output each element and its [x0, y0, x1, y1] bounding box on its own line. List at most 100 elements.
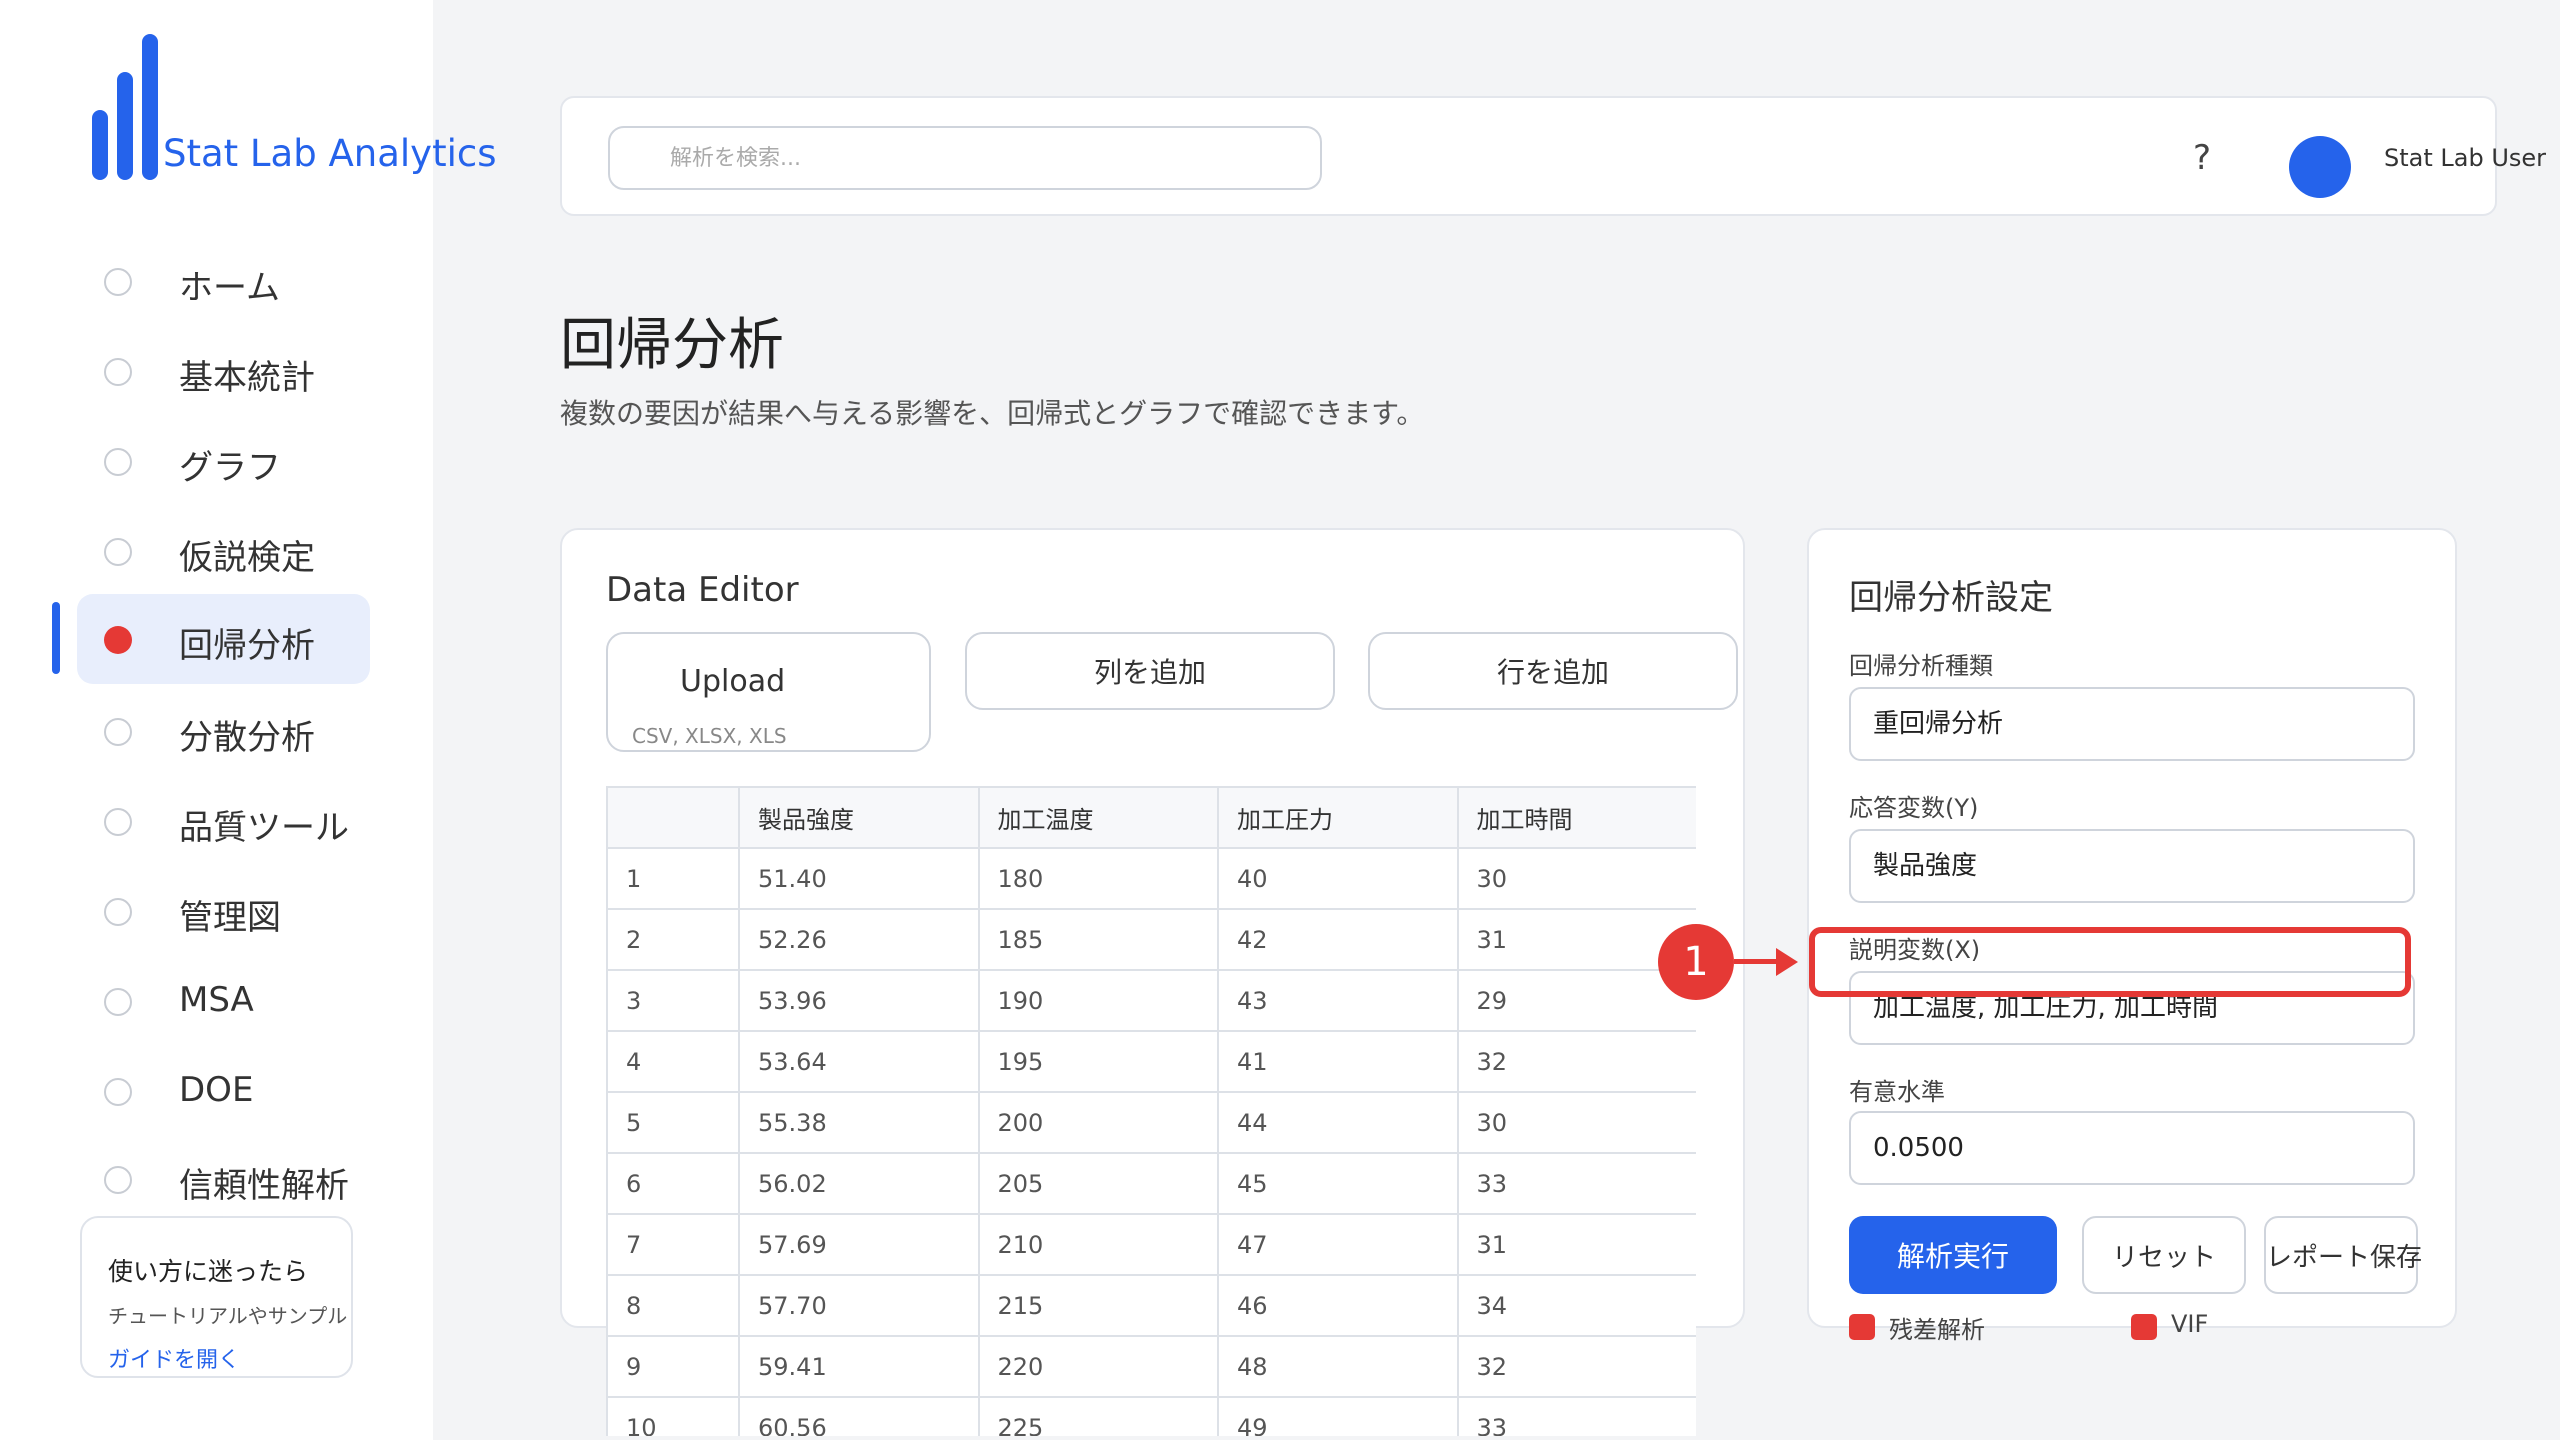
sidebar-item-regression[interactable]: 回帰分析 [77, 594, 370, 684]
table-cell[interactable]: 56.02 [738, 1152, 980, 1215]
upload-button[interactable]: Upload CSV, XLSX, XLS [606, 632, 931, 752]
table-row: 1 51.40 180 40 30 [606, 847, 1696, 910]
vif-checkbox[interactable] [2131, 1314, 2157, 1340]
table-cell[interactable]: 225 [977, 1396, 1219, 1436]
table-cell[interactable]: 205 [977, 1152, 1219, 1215]
column-header[interactable]: 加工時間 [1456, 786, 1696, 849]
avatar[interactable] [2289, 136, 2351, 198]
response-variable-select[interactable]: 製品強度 [1849, 829, 2415, 903]
radio-icon [104, 718, 132, 746]
help-icon[interactable]: ? [2193, 138, 2211, 178]
table-cell[interactable]: 190 [977, 969, 1219, 1032]
search-input[interactable] [608, 126, 1322, 190]
table-cell[interactable]: 30 [1456, 847, 1696, 910]
open-guide-link[interactable]: ガイドを開く [108, 1342, 240, 1374]
radio-icon [104, 358, 132, 386]
radio-icon [104, 808, 132, 836]
header-bar: ? Stat Lab User [560, 96, 2546, 216]
row-index-cell: 8 [606, 1274, 740, 1337]
table-cell[interactable]: 44 [1217, 1091, 1459, 1154]
table-cell[interactable]: 41 [1217, 1030, 1459, 1093]
row-index-cell: 5 [606, 1091, 740, 1154]
table-cell[interactable]: 53.96 [738, 969, 980, 1032]
table-cell[interactable]: 53.64 [738, 1030, 980, 1093]
sidebar-item-msa[interactable]: MSA [77, 956, 370, 1046]
table-cell[interactable]: 185 [977, 908, 1219, 971]
sidebar-item-label: 管理図 [179, 898, 281, 938]
upload-formats: CSV, XLSX, XLS [632, 724, 787, 748]
table-cell[interactable]: 180 [977, 847, 1219, 910]
residual-analysis-checkbox[interactable] [1849, 1314, 1875, 1340]
sidebar-item-graph[interactable]: グラフ [77, 416, 370, 506]
table-cell[interactable]: 59.41 [738, 1335, 980, 1398]
table-cell[interactable]: 200 [977, 1091, 1219, 1154]
table-cell[interactable]: 33 [1456, 1152, 1696, 1215]
sidebar-item-reliability[interactable]: 信頼性解析 [77, 1134, 370, 1224]
run-analysis-button[interactable]: 解析実行 [1849, 1216, 2057, 1294]
annotation-marker: 1 [1658, 924, 1734, 1000]
table-row: 10 60.56 225 49 33 [606, 1396, 1696, 1436]
table-cell[interactable]: 46 [1217, 1274, 1459, 1337]
table-cell[interactable]: 42 [1217, 908, 1459, 971]
table-cell[interactable]: 215 [977, 1274, 1219, 1337]
column-header[interactable]: 製品強度 [738, 786, 980, 849]
upload-label: Upload [680, 664, 786, 699]
settings-title: 回帰分析設定 [1849, 578, 2053, 618]
add-column-button[interactable]: 列を追加 [965, 632, 1335, 710]
reset-button[interactable]: リセット [2082, 1216, 2246, 1294]
row-index-cell: 10 [606, 1396, 740, 1436]
regression-type-select[interactable]: 重回帰分析 [1849, 687, 2415, 761]
table-cell[interactable]: 49 [1217, 1396, 1459, 1436]
sidebar-item-hypothesis-test[interactable]: 仮説検定 [77, 506, 370, 596]
table-cell[interactable]: 57.70 [738, 1274, 980, 1337]
table-cell[interactable]: 47 [1217, 1213, 1459, 1276]
table-cell[interactable]: 40 [1217, 847, 1459, 910]
sidebar-item-basic-stats[interactable]: 基本統計 [77, 326, 370, 416]
sidebar-item-home[interactable]: ホーム [77, 236, 370, 326]
column-header[interactable]: 加工温度 [977, 786, 1219, 849]
column-header[interactable] [606, 786, 740, 849]
table-cell[interactable]: 52.26 [738, 908, 980, 971]
table-cell[interactable]: 30 [1456, 1091, 1696, 1154]
help-title: 使い方に迷ったら [108, 1257, 309, 1286]
data-table: 製品強度 加工温度 加工圧力 加工時間 1 51.40 180 40 30 2 52.26 1… [606, 786, 1696, 1436]
sidebar-item-control-chart[interactable]: 管理図 [77, 866, 370, 956]
sidebar-item-quality-tools[interactable]: 品質ツール [77, 776, 370, 866]
sidebar-item-anova[interactable]: 分散分析 [77, 686, 370, 776]
sidebar-item-label: 品質ツール [179, 808, 349, 848]
table-cell[interactable]: 220 [977, 1335, 1219, 1398]
table-cell[interactable]: 31 [1456, 1213, 1696, 1276]
table-cell[interactable]: 32 [1456, 1030, 1696, 1093]
save-report-button[interactable]: レポート保存 [2264, 1216, 2422, 1294]
sidebar-item-label: グラフ [179, 448, 281, 488]
table-cell[interactable]: 55.38 [738, 1091, 980, 1154]
sidebar-item-label: 信頼性解析 [179, 1166, 349, 1206]
table-cell[interactable]: 48 [1217, 1335, 1459, 1398]
radio-icon [104, 898, 132, 926]
row-index-cell: 1 [606, 847, 740, 910]
table-cell[interactable]: 45 [1217, 1152, 1459, 1215]
table-row: 6 56.02 205 45 33 [606, 1152, 1696, 1215]
table-cell[interactable]: 210 [977, 1213, 1219, 1276]
table-cell[interactable]: 57.69 [738, 1213, 980, 1276]
table-cell[interactable]: 43 [1217, 969, 1459, 1032]
user-name[interactable]: Stat Lab User [2384, 144, 2546, 172]
response-variable-label: 応答変数(Y) [1849, 794, 1979, 822]
table-cell[interactable]: 32 [1456, 1335, 1696, 1398]
sidebar-item-doe[interactable]: DOE [77, 1046, 370, 1136]
sidebar-item-label: DOE [179, 1070, 254, 1110]
radio-icon [104, 1078, 132, 1106]
row-index-cell: 3 [606, 969, 740, 1032]
table-cell[interactable]: 33 [1456, 1396, 1696, 1436]
table-cell[interactable]: 34 [1456, 1274, 1696, 1337]
significance-level-input[interactable]: 0.0500 [1849, 1111, 2415, 1185]
add-row-button[interactable]: 行を追加 [1368, 632, 1738, 710]
significance-level-label: 有意水準 [1849, 1078, 1945, 1106]
table-cell[interactable]: 29 [1456, 969, 1696, 1032]
table-cell[interactable]: 195 [977, 1030, 1219, 1093]
vif-label: VIF [2171, 1310, 2209, 1338]
table-cell[interactable]: 51.40 [738, 847, 980, 910]
column-header[interactable]: 加工圧力 [1217, 786, 1459, 849]
table-cell[interactable]: 60.56 [738, 1396, 980, 1436]
sidebar-item-label: MSA [179, 980, 254, 1020]
